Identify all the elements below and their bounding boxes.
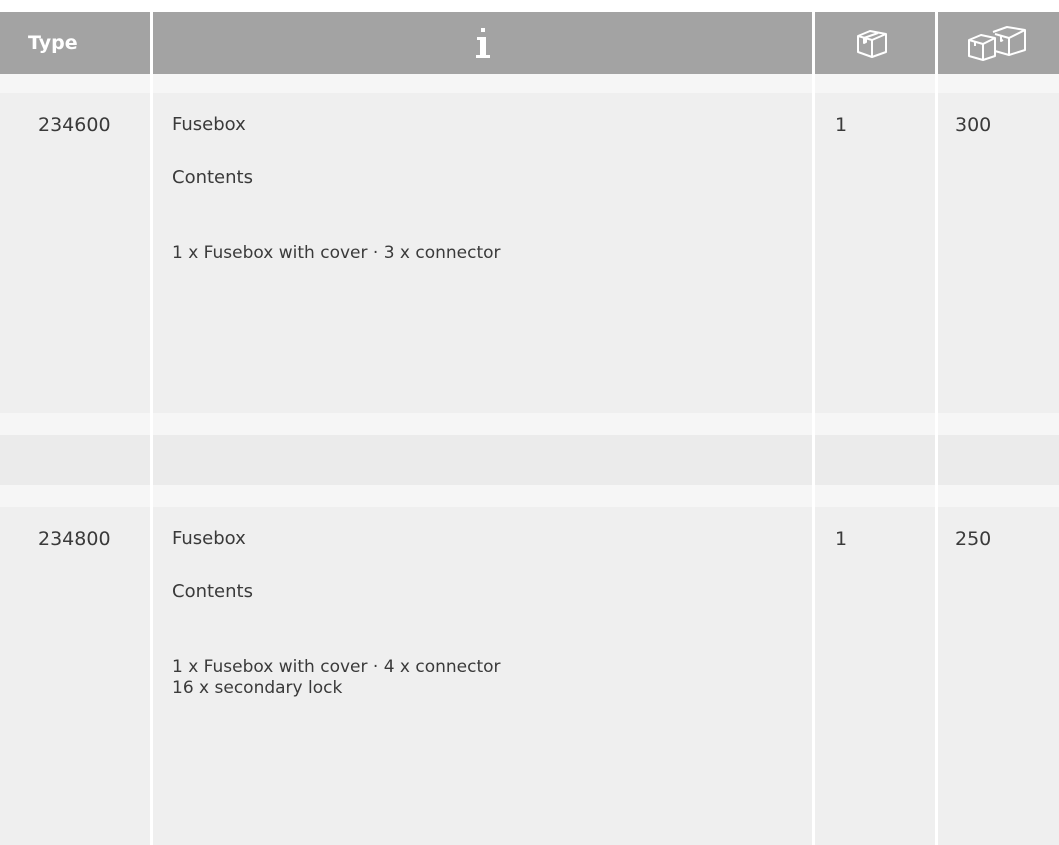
row-contents: 1 x Fusebox with cover · 3 x connector bbox=[172, 243, 501, 263]
row-contents-label: Contents bbox=[172, 167, 253, 188]
row-package-size: 250 bbox=[955, 528, 992, 550]
column-divider bbox=[150, 0, 153, 845]
package-icon bbox=[854, 12, 890, 74]
spacer-strip bbox=[0, 413, 1059, 435]
spacer-strip bbox=[0, 485, 1059, 507]
row-quantity: 1 bbox=[835, 114, 848, 136]
separator-band bbox=[0, 435, 1059, 485]
header-type: Type bbox=[28, 32, 78, 54]
spacer-strip bbox=[0, 74, 1059, 93]
row-type: 234600 bbox=[38, 114, 111, 136]
row-name: Fusebox bbox=[172, 528, 246, 549]
table-header: Type bbox=[0, 12, 1059, 74]
table-row: 234800 Fusebox Contents 1 x Fusebox with… bbox=[0, 507, 1059, 845]
row-contents: 1 x Fusebox with cover · 4 x connector 1… bbox=[172, 657, 501, 698]
multi-package-icon bbox=[967, 12, 1033, 74]
info-icon bbox=[475, 12, 491, 74]
row-type: 234800 bbox=[38, 528, 111, 550]
row-package-size: 300 bbox=[955, 114, 992, 136]
row-quantity: 1 bbox=[835, 528, 848, 550]
table-row: 234600 Fusebox Contents 1 x Fusebox with… bbox=[0, 93, 1059, 413]
row-name: Fusebox bbox=[172, 114, 246, 135]
column-divider bbox=[812, 0, 815, 845]
column-divider bbox=[935, 0, 938, 845]
row-contents-label: Contents bbox=[172, 581, 253, 602]
